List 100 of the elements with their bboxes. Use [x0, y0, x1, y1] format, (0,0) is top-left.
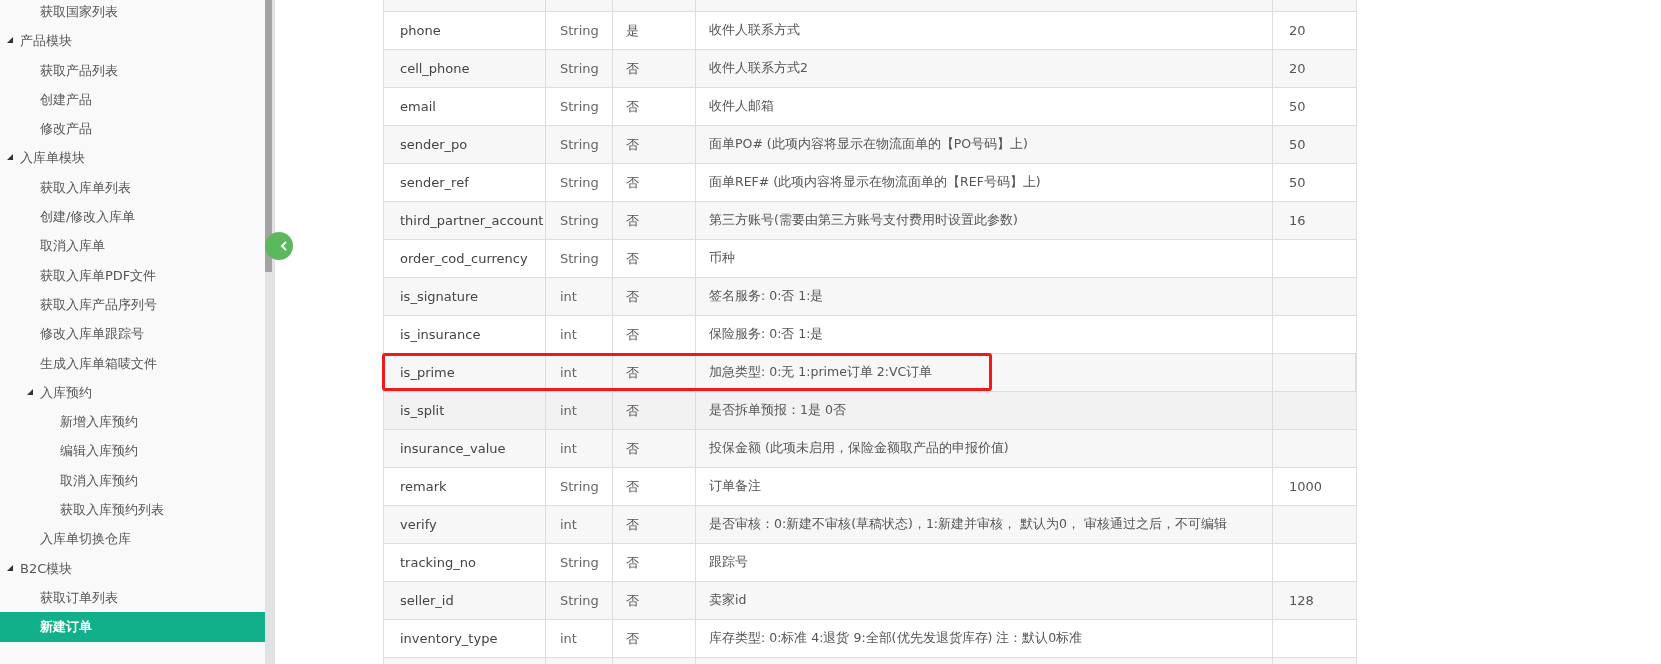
required-cell: 否 — [626, 477, 639, 496]
required-cell: 否 — [626, 287, 639, 306]
description-cell: 投保金额 (此项未启用，保险金额取产品的申报价值) — [709, 440, 1009, 457]
tree-item[interactable]: 获取入库单列表 — [0, 172, 265, 203]
type-cell: int — [560, 403, 577, 418]
length-cell: 50 — [1289, 99, 1306, 114]
description-cell: 卖家id — [709, 592, 747, 609]
scrollbar-thumb[interactable] — [265, 0, 272, 272]
type-cell: String — [560, 213, 599, 228]
length-cell: 50 — [1289, 175, 1306, 190]
tree-item[interactable]: 取消入库预约 — [0, 465, 265, 496]
required-cell: 否 — [626, 591, 639, 610]
chevron-left-icon — [280, 241, 288, 251]
required-cell: 是 — [626, 21, 639, 40]
required-cell: 否 — [626, 173, 639, 192]
type-cell: String — [560, 479, 599, 494]
param-name-cell: is_split — [400, 403, 445, 418]
param-name-cell: remark — [400, 479, 447, 494]
type-cell: int — [560, 517, 577, 532]
tree-item[interactable]: 新增入库预约 — [0, 407, 265, 437]
tree-group-item[interactable]: 入库单模块 — [0, 143, 265, 173]
required-cell: 否 — [626, 363, 639, 382]
param-name-cell: seller_id — [400, 593, 454, 608]
required-cell: 否 — [626, 515, 639, 534]
param-name-cell: cell_phone — [400, 61, 470, 76]
param-name-cell: email — [400, 99, 436, 114]
length-cell: 128 — [1289, 593, 1314, 608]
tree-item[interactable]: 获取国家列表 — [0, 0, 265, 27]
tree-item[interactable]: 修改产品 — [0, 114, 265, 144]
tree-item[interactable]: 编辑入库预约 — [0, 436, 265, 466]
tree-item[interactable]: 获取入库单PDF文件 — [0, 260, 265, 290]
description-cell: 是否拆单预报：1是 0否 — [709, 402, 846, 419]
length-cell: 20 — [1289, 23, 1306, 38]
description-cell: 面单PO# (此项内容将显示在物流面单的【PO号码】上) — [709, 136, 1028, 153]
type-cell: int — [560, 631, 577, 646]
param-name-cell: verify — [400, 517, 437, 532]
param-name-cell: sender_po — [400, 137, 468, 152]
param-name-cell: is_signature — [400, 289, 479, 304]
description-cell: 签名服务: 0:否 1:是 — [709, 288, 824, 305]
tree-item[interactable]: 获取入库预约列表 — [0, 495, 265, 525]
collapse-button[interactable] — [265, 232, 293, 260]
type-cell: String — [560, 137, 599, 152]
param-name-cell: insurance_value — [400, 441, 506, 456]
param-name-cell: is_prime — [400, 365, 455, 380]
type-cell: String — [560, 251, 599, 266]
tree-group-item[interactable]: 产品模块 — [0, 26, 265, 56]
length-cell: 50 — [1289, 137, 1306, 152]
tree-item[interactable]: 获取订单列表 — [0, 582, 265, 613]
param-name-cell: is_insurance — [400, 327, 481, 342]
required-cell: 否 — [626, 135, 639, 154]
tree-item[interactable]: 获取产品列表 — [0, 55, 265, 85]
type-cell: String — [560, 593, 599, 608]
required-cell: 否 — [626, 97, 639, 116]
type-cell: String — [560, 99, 599, 114]
caret-icon[interactable] — [7, 37, 13, 44]
type-cell: String — [560, 61, 599, 76]
param-name-cell: sender_ref — [400, 175, 469, 190]
param-name-cell: third_partner_account — [400, 213, 544, 228]
description-cell: 收件人联系方式 — [709, 22, 800, 39]
description-cell: 收件人邮箱 — [709, 98, 774, 115]
tree-item[interactable]: 修改入库单跟踪号 — [0, 319, 265, 349]
description-cell: 订单备注 — [709, 478, 761, 495]
required-cell: 否 — [626, 249, 639, 268]
type-cell: int — [560, 289, 577, 304]
caret-icon[interactable] — [7, 564, 13, 571]
description-cell: 是否审核：0:新建不审核(草稿状态)，1:新建并审核， 默认为0， 审核通过之后，不可编辑 — [709, 516, 1227, 533]
length-cell: 16 — [1289, 213, 1306, 228]
type-cell: String — [560, 555, 599, 570]
param-name-cell: inventory_type — [400, 631, 498, 646]
caret-icon[interactable] — [7, 154, 13, 161]
param-name-cell: order_cod_currency — [400, 251, 528, 266]
type-cell: String — [560, 175, 599, 190]
length-cell: 20 — [1289, 61, 1306, 76]
type-cell: String — [560, 23, 599, 38]
tree-item[interactable]: 生成入库单箱唛文件 — [0, 348, 265, 378]
required-cell: 否 — [626, 401, 639, 420]
tree-group-item[interactable]: B2C模块 — [0, 553, 265, 583]
required-cell: 否 — [626, 325, 639, 344]
tree-item[interactable]: 获取入库产品序列号 — [0, 289, 265, 320]
param-name-cell: tracking_no — [400, 555, 476, 570]
length-cell: 1000 — [1289, 479, 1323, 494]
tree-item[interactable]: 创建产品 — [0, 84, 265, 115]
description-cell: 跟踪号 — [709, 554, 748, 571]
param-name-cell: phone — [400, 23, 441, 38]
required-cell: 否 — [626, 211, 639, 230]
description-cell: 加急类型: 0:无 1:prime订单 2:VC订单 — [709, 364, 933, 381]
required-cell: 否 — [626, 439, 639, 458]
description-cell: 面单REF# (此项内容将显示在物流面单的【REF号码】上) — [709, 174, 1041, 191]
required-cell: 否 — [626, 59, 639, 78]
tree-item[interactable]: 入库单切换仓库 — [0, 524, 265, 554]
description-cell: 保险服务: 0:否 1:是 — [709, 326, 824, 343]
description-cell: 库存类型: 0:标准 4:退货 9:全部(优先发退货库存) 注：默认0标准 — [709, 630, 1083, 647]
type-cell: int — [560, 441, 577, 456]
description-cell: 收件人联系方式2 — [709, 60, 808, 77]
type-cell: int — [560, 327, 577, 342]
caret-icon[interactable] — [27, 388, 33, 395]
tree-group-item[interactable]: 入库预约 — [0, 377, 265, 408]
tree-item[interactable]: 创建/修改入库单 — [0, 202, 265, 232]
required-cell: 否 — [626, 553, 639, 572]
tree-item[interactable]: 取消入库单 — [0, 231, 265, 261]
